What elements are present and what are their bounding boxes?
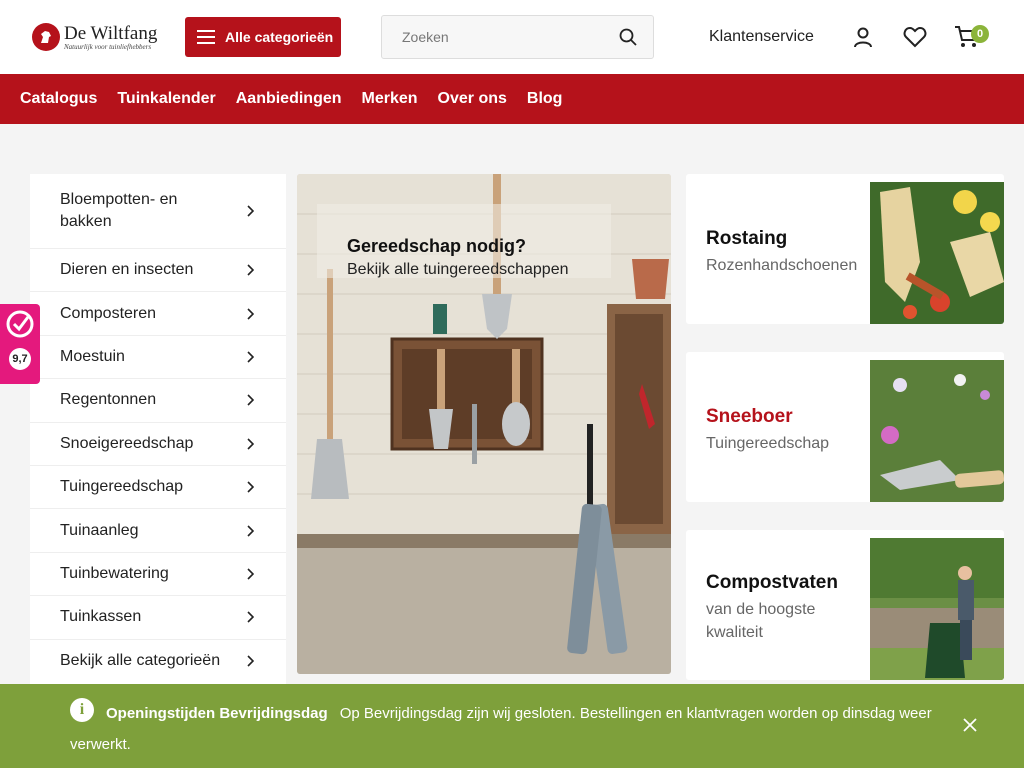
promo-card-rostaing[interactable]: Rostaing Rozenhandschoenen xyxy=(686,174,1004,324)
sidebar-item-tuinaanleg[interactable]: Tuinaanleg xyxy=(30,509,286,553)
search-box xyxy=(381,15,654,59)
nav-aanbiedingen[interactable]: Aanbiedingen xyxy=(236,90,342,108)
promo-subtitle: Rozenhandschoenen xyxy=(706,257,858,274)
sidebar-item-label: Tuingereedschap xyxy=(60,478,184,496)
logo-tagline: Natuurlijk voor tuinliefhebbers xyxy=(64,42,152,51)
nav-tuinkalender[interactable]: Tuinkalender xyxy=(117,90,215,108)
sidebar-item-label: Bekijk alle categorieën xyxy=(60,652,221,670)
rating-score: 9,7 xyxy=(9,348,31,370)
chevron-right-icon xyxy=(247,611,254,623)
hero-banner[interactable]: Gereedschap nodig? Bekijk alle tuingeree… xyxy=(297,174,671,674)
notice-title: Openingstijden Bevrijdingsdag xyxy=(106,705,328,722)
top-bar: De Wiltfang Natuurlijk voor tuinliefhebb… xyxy=(0,0,1024,74)
notice-bar: Openingstijden Bevrijdingsdag Op Bevrijdi… xyxy=(0,684,1024,768)
promo-title: Compostvaten xyxy=(706,572,838,593)
sidebar-item-label: Tuinaanleg xyxy=(60,521,139,539)
sidebar-item-snoeigereedschap[interactable]: Snoeigereedschap xyxy=(30,423,286,466)
hero-caption: Gereedschap nodig? Bekijk alle tuingeree… xyxy=(317,204,611,278)
nav-over-ons[interactable]: Over ons xyxy=(438,90,507,108)
sidebar-item-label: Regentonnen xyxy=(60,391,157,409)
sidebar-item-composteren[interactable]: Composteren xyxy=(30,292,286,336)
rose-gloves-image xyxy=(870,182,1004,324)
promo-subtitle: Tuingereedschap xyxy=(706,435,830,452)
promo-card-compostvaten[interactable]: Compostvaten van de hoogste kwaliteit xyxy=(686,530,1004,680)
chevron-right-icon xyxy=(247,351,254,363)
sidebar-item-regentonnen[interactable]: Regentonnen xyxy=(30,379,286,423)
logo[interactable]: De Wiltfang Natuurlijk voor tuinliefhebb… xyxy=(32,22,157,52)
sidebar-item-label: Moestuin xyxy=(60,347,125,365)
heart-icon xyxy=(903,26,927,48)
sidebar-item-label: Tuinkassen xyxy=(60,608,142,626)
sidebar-item-label: Dieren en insecten xyxy=(60,261,194,279)
info-icon: i xyxy=(70,698,94,722)
logo-name: De Wiltfang xyxy=(64,22,158,44)
account-button[interactable] xyxy=(850,24,876,50)
sidebar-item-label: Composteren xyxy=(60,304,157,322)
chevron-right-icon xyxy=(247,308,254,320)
chevron-right-icon xyxy=(247,481,254,493)
all-categories-button[interactable]: Alle categorieën xyxy=(185,17,341,57)
sidebar-item-all-categories[interactable]: Bekijk alle categorieën xyxy=(30,640,286,683)
menu-icon xyxy=(197,30,215,44)
all-categories-label: Alle categorieën xyxy=(225,29,334,45)
chevron-right-icon xyxy=(247,655,254,667)
compost-bin-image xyxy=(870,538,1004,680)
nav-merken[interactable]: Merken xyxy=(362,90,418,108)
sidebar-item-tuingereedschap[interactable]: Tuingereedschap xyxy=(30,466,286,510)
search-icon[interactable] xyxy=(619,28,637,46)
sidebar-item-moestuin[interactable]: Moestuin xyxy=(30,336,286,380)
chevron-right-icon xyxy=(247,264,254,276)
chevron-right-icon xyxy=(247,394,254,406)
sidebar-item-label: Snoeigereedschap xyxy=(60,434,194,452)
sidebar-item-tuinbewatering[interactable]: Tuinbewatering xyxy=(30,553,286,597)
checkmark-seal-icon xyxy=(6,310,34,338)
nav-catalogus[interactable]: Catalogus xyxy=(20,90,97,108)
chevron-right-icon xyxy=(247,568,254,580)
sidebar-item-label: Tuinbewatering xyxy=(60,564,169,582)
category-sidebar: Bloempotten- en bakken Dieren en insecte… xyxy=(30,174,286,684)
promo-subtitle: van de hoogste kwaliteit xyxy=(706,601,816,641)
promo-card-sneeboer[interactable]: Sneeboer Tuingereedschap xyxy=(686,352,1004,502)
nav-blog[interactable]: Blog xyxy=(527,90,563,108)
hero-title: Gereedschap nodig? xyxy=(347,236,527,256)
sidebar-item-label: Bloempotten- en bakken xyxy=(60,191,178,230)
logo-horse-icon xyxy=(32,23,60,51)
close-icon[interactable] xyxy=(961,716,979,734)
main-nav: Catalogus Tuinkalender Aanbiedingen Merk… xyxy=(0,74,1024,124)
search-input[interactable] xyxy=(402,29,619,45)
sidebar-item-tuinkassen[interactable]: Tuinkassen xyxy=(30,596,286,640)
promo-title: Rostaing xyxy=(706,228,788,249)
user-icon xyxy=(854,27,872,48)
chevron-right-icon xyxy=(247,205,254,217)
promo-title: Sneeboer xyxy=(706,406,793,427)
hero-subtitle: Bekijk alle tuingereedschappen xyxy=(347,261,569,278)
sidebar-item-dieren[interactable]: Dieren en insecten xyxy=(30,249,286,293)
trowel-image xyxy=(870,360,1004,502)
customer-service-link[interactable]: Klantenservice xyxy=(709,28,814,46)
chevron-right-icon xyxy=(247,438,254,450)
chevron-right-icon xyxy=(247,524,254,537)
rating-badge[interactable]: 9,7 xyxy=(0,304,40,384)
cart-count-badge: 0 xyxy=(971,25,989,43)
wishlist-button[interactable] xyxy=(902,24,928,50)
sidebar-item-bloempotten[interactable]: Bloempotten- en bakken xyxy=(30,174,286,249)
